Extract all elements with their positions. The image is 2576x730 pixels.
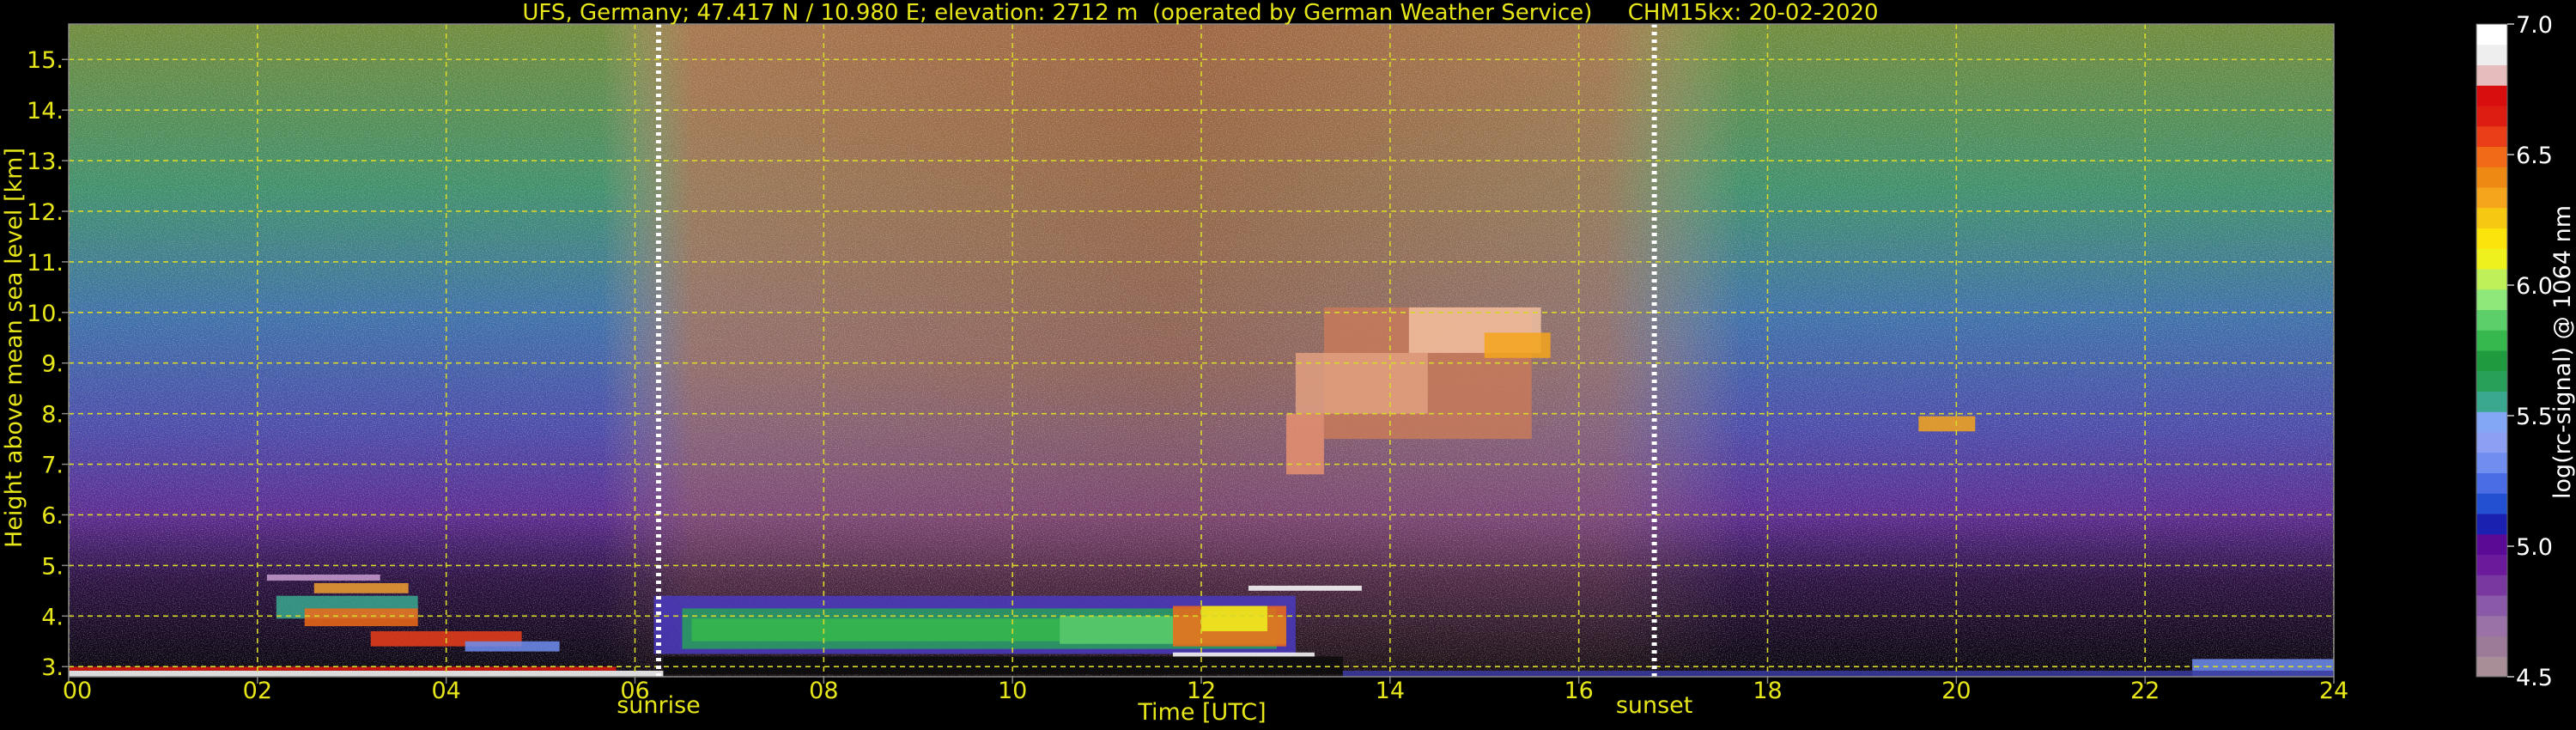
x-tick-label: 22 <box>2130 678 2160 704</box>
boundary-layer <box>1201 605 1267 631</box>
colorbar-tick-label: 5.0 <box>2516 534 2553 561</box>
colorbar-segment <box>2476 391 2507 412</box>
colorbar-segment <box>2476 472 2507 494</box>
colorbar-segment <box>2476 656 2507 678</box>
colorbar-segment <box>2476 64 2507 86</box>
colorbar-segment <box>2476 309 2507 331</box>
ceilometer-chart: 00 02 04 06 08 10 12 14 16 18 20 22 24 3.4.5.6.7.8.9… <box>1 0 2576 726</box>
colorbar-segment <box>2476 452 2507 473</box>
colorbar-segment <box>2476 575 2507 596</box>
colorbar-segment <box>2476 370 2507 392</box>
colorbar-tick-labels: 4.5 5.0 5.5 6.0 6.5 7.0 <box>2516 12 2553 691</box>
cloud-base <box>1248 585 1362 591</box>
x-tick-label: 20 <box>1941 678 1971 704</box>
cirrus-cloud <box>1285 413 1324 475</box>
x-tick-label: 14 <box>1376 678 1405 704</box>
y-tick-label: 13. <box>27 149 64 175</box>
cloud-patch <box>1918 416 1976 432</box>
y-tick-label: 9. <box>41 351 64 378</box>
chart-title: UFS, Germany; 47.417 N / 10.980 E; eleva… <box>522 0 1878 26</box>
colorbar-segment <box>2476 330 2507 351</box>
colorbar-segment <box>2476 595 2507 617</box>
colorbar-segment <box>2476 228 2507 249</box>
y-tick-label: 5. <box>41 553 64 580</box>
ground-return <box>1342 670 2334 677</box>
ground-return <box>69 670 664 677</box>
surface-gap <box>663 656 1343 675</box>
colorbar-segment <box>2476 248 2507 270</box>
x-tick-label: 00 <box>63 678 92 704</box>
colorbar-tick-label: 7.0 <box>2516 12 2553 39</box>
colorbar-segment <box>2476 432 2507 453</box>
x-tick-label: 04 <box>431 678 460 704</box>
colorbar-segment <box>2476 554 2507 575</box>
y-tick-label: 10. <box>27 301 64 327</box>
cirrus-cloud <box>1484 332 1551 358</box>
aerosol-layer <box>313 583 409 593</box>
y-tick-label: 7. <box>41 453 64 479</box>
aerosol-layer <box>266 574 380 581</box>
x-axis-label: Time [UTC] <box>1137 699 1266 726</box>
y-tick-label: 14. <box>27 98 64 125</box>
colorbar-segment <box>2476 493 2507 514</box>
plot-area <box>69 24 2334 677</box>
colorbar-segment <box>2476 350 2507 372</box>
colorbar-segment <box>2476 106 2507 127</box>
cirrus-cloud <box>1295 352 1428 414</box>
y-tick-label: 3. <box>41 654 64 681</box>
x-tick-label: 18 <box>1753 678 1782 704</box>
x-tick-label: 10 <box>998 678 1027 704</box>
colorbar-segment <box>2476 636 2507 657</box>
colorbar-segment <box>2476 615 2507 636</box>
colorbar-segment <box>2476 187 2507 209</box>
colorbar-segment <box>2476 167 2507 188</box>
colorbar-segment <box>2476 146 2507 167</box>
colorbar-label: log(rc-signal) @ 1064 nm <box>2549 205 2576 499</box>
x-tick-label: 02 <box>243 678 272 704</box>
aerosol-layer <box>465 641 560 652</box>
y-axis-label: Height above mean sea level [km] <box>1 148 27 548</box>
colorbar-segment <box>2476 514 2507 535</box>
colorbar-tick-label: 6.0 <box>2516 273 2553 300</box>
colorbar-segment <box>2476 289 2507 310</box>
colorbar-tick-label: 6.5 <box>2516 143 2553 169</box>
y-tick-label: 8. <box>41 402 64 429</box>
colorbar-segment <box>2476 269 2507 290</box>
colorbar <box>2476 23 2514 678</box>
colorbar-tick-label: 4.5 <box>2516 665 2553 691</box>
x-tick-label: 08 <box>809 678 838 704</box>
cloud-base <box>1173 652 1315 657</box>
x-tick-label: 24 <box>2319 678 2348 704</box>
colorbar-segment <box>2476 125 2507 147</box>
y-tick-label: 4. <box>41 604 64 630</box>
y-tick-label: 6. <box>41 502 64 529</box>
colorbar-segment <box>2476 411 2507 433</box>
sunset-label: sunset <box>1616 692 1693 719</box>
y-tick-label: 11. <box>27 250 64 277</box>
sunrise-label: sunrise <box>617 692 701 719</box>
colorbar-segment <box>2476 44 2507 65</box>
aerosol-layer <box>304 608 418 627</box>
colorbar-segment <box>2476 533 2507 555</box>
x-tick-label: 16 <box>1564 678 1593 704</box>
y-tick-label: 12. <box>27 199 64 226</box>
colorbar-segment <box>2476 207 2507 228</box>
colorbar-segment <box>2476 24 2507 46</box>
y-tick-labels: 3. 4. 5. 6. 7. 8. 9. 10. 11. 12. 13. 14. 15. <box>27 47 64 681</box>
colorbar-segment <box>2476 85 2507 106</box>
y-tick-label: 15. <box>27 47 64 74</box>
boundary-layer <box>691 618 1060 642</box>
colorbar-tick-label: 5.5 <box>2516 404 2553 430</box>
